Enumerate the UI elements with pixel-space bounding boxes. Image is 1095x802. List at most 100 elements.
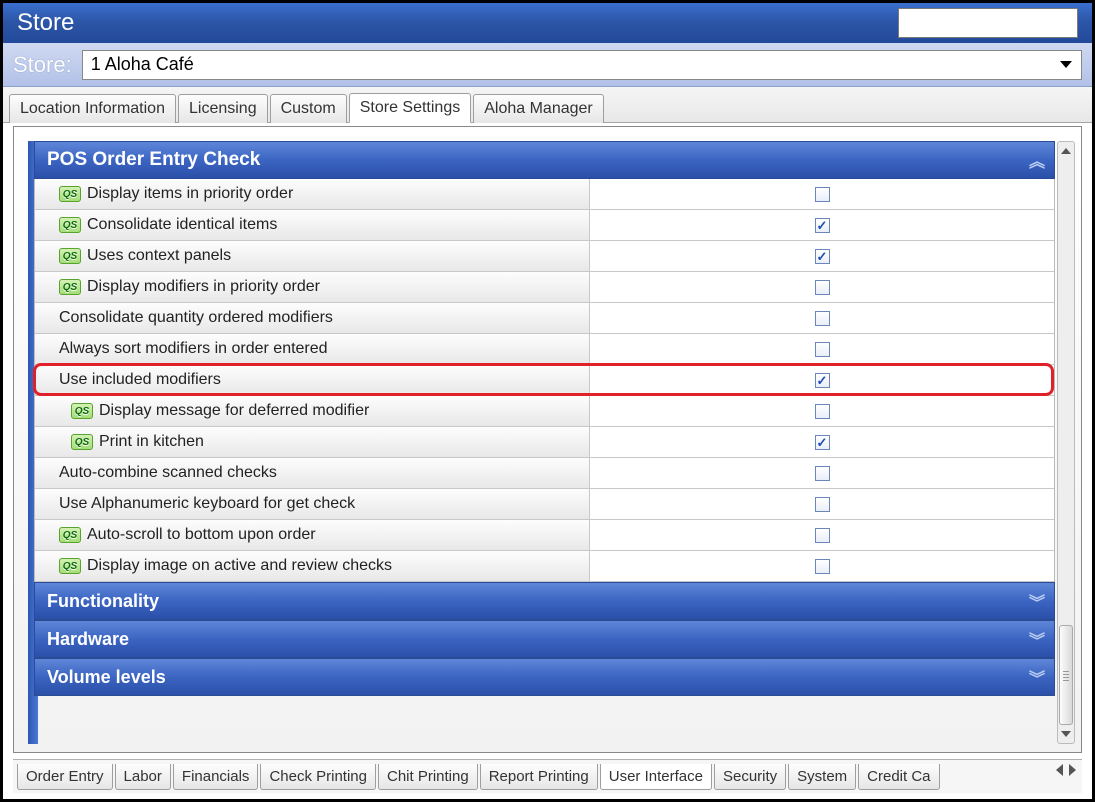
setting-value-cell [590, 427, 1054, 457]
setting-label-text: Uses context panels [87, 247, 231, 265]
setting-row: QSDisplay image on active and review che… [35, 551, 1054, 582]
bottom-tab-labor[interactable]: Labor [115, 764, 171, 790]
header-search-input[interactable] [898, 8, 1078, 38]
qs-icon: QS [59, 527, 81, 543]
setting-value-cell [590, 520, 1054, 550]
setting-value-cell [590, 241, 1054, 271]
setting-label-text: Auto-scroll to bottom upon order [87, 526, 316, 544]
bottom-tab-credit-ca[interactable]: Credit Ca [858, 764, 939, 790]
setting-value-cell [590, 551, 1054, 581]
setting-row: QS Print in kitchen [35, 427, 1054, 458]
setting-label-text: Use Alphanumeric keyboard for get check [59, 495, 355, 513]
setting-row: QSUses context panels [35, 241, 1054, 272]
setting-label: Auto-combine scanned checks [35, 458, 590, 488]
section-title: Hardware [47, 629, 129, 650]
setting-row: Use Alphanumeric keyboard for get check [35, 489, 1054, 520]
setting-checkbox[interactable] [815, 528, 830, 543]
tab-scroll-right-icon[interactable] [1069, 764, 1076, 776]
bottom-tab-user-interface[interactable]: User Interface [600, 764, 712, 790]
setting-checkbox[interactable] [815, 342, 830, 357]
bottom-tab-system[interactable]: System [788, 764, 856, 790]
section-title: Functionality [47, 591, 159, 612]
setting-checkbox[interactable] [815, 559, 830, 574]
qs-icon: QS [59, 186, 81, 202]
bottom-tab-order-entry[interactable]: Order Entry [17, 764, 113, 790]
section-header-pos-order-entry[interactable]: POS Order Entry Check [34, 141, 1055, 179]
bottom-tab-security[interactable]: Security [714, 764, 786, 790]
setting-value-cell [590, 179, 1054, 209]
settings-scroll-area: POS Order Entry Check QSDisplay items in… [34, 141, 1055, 744]
qs-icon: QS [71, 403, 93, 419]
setting-checkbox[interactable] [815, 311, 830, 326]
bottom-tab-financials[interactable]: Financials [173, 764, 259, 790]
scroll-down-button[interactable] [1058, 725, 1074, 743]
setting-checkbox[interactable] [815, 187, 830, 202]
setting-label: QS Consolidate identical items [35, 210, 590, 240]
bottom-tabs: Order EntryLaborFinancialsCheck Printing… [13, 759, 1082, 793]
setting-label: QS Auto-scroll to bottom upon order [35, 520, 590, 550]
setting-label: Use included modifiers [35, 365, 590, 395]
setting-value-cell [590, 272, 1054, 302]
tab-scroll-left-icon[interactable] [1056, 764, 1063, 776]
setting-checkbox[interactable] [815, 280, 830, 295]
bottom-tab-chit-printing[interactable]: Chit Printing [378, 764, 478, 790]
store-dropdown[interactable]: 1 Aloha Café [82, 50, 1082, 80]
store-selector-row: Store: 1 Aloha Café [3, 43, 1092, 87]
setting-label-text: Consolidate identical items [87, 216, 277, 234]
collapse-icon [1029, 148, 1042, 172]
setting-checkbox[interactable] [815, 218, 830, 233]
setting-checkbox[interactable] [815, 497, 830, 512]
setting-label: QS Print in kitchen [35, 427, 590, 457]
tab-custom[interactable]: Custom [270, 94, 347, 123]
scroll-up-button[interactable] [1058, 142, 1074, 160]
tab-location-information[interactable]: Location Information [9, 94, 176, 123]
setting-checkbox[interactable] [815, 373, 830, 388]
chevron-down-icon [1055, 55, 1077, 75]
setting-label: QSDisplay image on active and review che… [35, 551, 590, 581]
bottom-tab-report-printing[interactable]: Report Printing [480, 764, 598, 790]
setting-row: QS Auto-scroll to bottom upon order [35, 520, 1054, 551]
expand-icon [1029, 589, 1042, 613]
setting-row: QS Consolidate identical items [35, 210, 1054, 241]
setting-checkbox[interactable] [815, 404, 830, 419]
setting-row: Consolidate quantity ordered modifiers [35, 303, 1054, 334]
title-bar: Store [3, 3, 1092, 43]
qs-icon: QS [71, 434, 93, 450]
setting-value-cell [590, 489, 1054, 519]
tab-store-settings[interactable]: Store Settings [349, 93, 472, 123]
scroll-thumb[interactable] [1059, 625, 1073, 725]
section-title: POS Order Entry Check [47, 149, 260, 171]
setting-row: QSDisplay items in priority order [35, 179, 1054, 210]
setting-row: Auto-combine scanned checks [35, 458, 1054, 489]
bottom-tab-check-printing[interactable]: Check Printing [260, 764, 376, 790]
setting-label-text: Always sort modifiers in order entered [59, 340, 328, 358]
setting-value-cell [590, 303, 1054, 333]
bottom-tab-nav [1052, 764, 1080, 776]
vertical-scrollbar[interactable] [1057, 141, 1075, 744]
page-title: Store [17, 9, 74, 37]
setting-label-text: Display modifiers in priority order [87, 278, 320, 296]
setting-value-cell [590, 334, 1054, 364]
setting-label-text: Print in kitchen [99, 433, 204, 451]
setting-label-text: Display image on active and review check… [87, 557, 392, 575]
setting-label: QS Display modifiers in priority order [35, 272, 590, 302]
setting-checkbox[interactable] [815, 435, 830, 450]
setting-checkbox[interactable] [815, 249, 830, 264]
qs-icon: QS [59, 217, 81, 233]
section-header-hardware[interactable]: Hardware [34, 620, 1055, 658]
setting-value-cell [590, 210, 1054, 240]
setting-row: QS Display message for deferred modifier [35, 396, 1054, 427]
section-header-functionality[interactable]: Functionality [34, 582, 1055, 620]
setting-label: Always sort modifiers in order entered [35, 334, 590, 364]
tab-aloha-manager[interactable]: Aloha Manager [473, 94, 604, 123]
setting-checkbox[interactable] [815, 466, 830, 481]
tab-licensing[interactable]: Licensing [178, 94, 268, 123]
store-label: Store: [13, 52, 72, 78]
setting-label-text: Display message for deferred modifier [99, 402, 369, 420]
section-header-volume-levels[interactable]: Volume levels [34, 658, 1055, 696]
setting-label-text: Use included modifiers [59, 371, 221, 389]
settings-grid: QSDisplay items in priority orderQSConso… [34, 179, 1055, 582]
setting-label: Consolidate quantity ordered modifiers [35, 303, 590, 333]
qs-icon: QS [59, 279, 81, 295]
setting-row: Use included modifiers [35, 365, 1054, 396]
